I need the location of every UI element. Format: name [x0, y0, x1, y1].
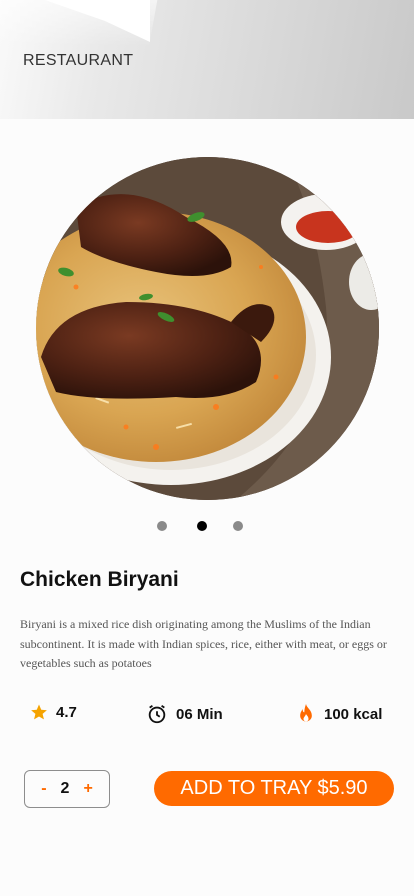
header: RESTAURANT — [0, 0, 414, 119]
item-stats: 4.7 06 Min 100 kcal — [0, 700, 414, 728]
item-title: Chicken Biryani — [20, 568, 179, 591]
time-value: 06 Min — [176, 705, 223, 723]
star-icon — [30, 703, 48, 721]
quantity-value: 2 — [60, 780, 70, 797]
quantity-stepper[interactable]: - 2 + — [24, 770, 110, 808]
brand-title: RESTAURANT — [23, 52, 134, 69]
food-image[interactable] — [36, 157, 379, 500]
calories-stat: 100 kcal — [296, 703, 382, 725]
carousel-dot[interactable] — [157, 521, 167, 531]
rating-stat: 4.7 — [30, 703, 77, 721]
add-to-tray-button[interactable]: ADD TO TRAY $5.90 — [154, 771, 394, 806]
calories-value: 100 kcal — [324, 705, 383, 723]
food-image-illustration — [36, 157, 379, 500]
time-stat: 06 Min — [146, 703, 223, 725]
carousel-indicator — [0, 521, 414, 533]
alarm-clock-icon — [146, 703, 168, 725]
header-decoration — [0, 0, 158, 46]
increase-button[interactable]: + — [83, 780, 92, 798]
carousel-dot-active[interactable] — [197, 521, 207, 531]
item-description: Biryani is a mixed rice dish originating… — [20, 617, 387, 670]
rating-value: 4.7 — [56, 703, 77, 721]
flame-icon — [296, 703, 316, 725]
decrease-button[interactable]: - — [41, 780, 46, 798]
carousel-dot[interactable] — [233, 521, 243, 531]
